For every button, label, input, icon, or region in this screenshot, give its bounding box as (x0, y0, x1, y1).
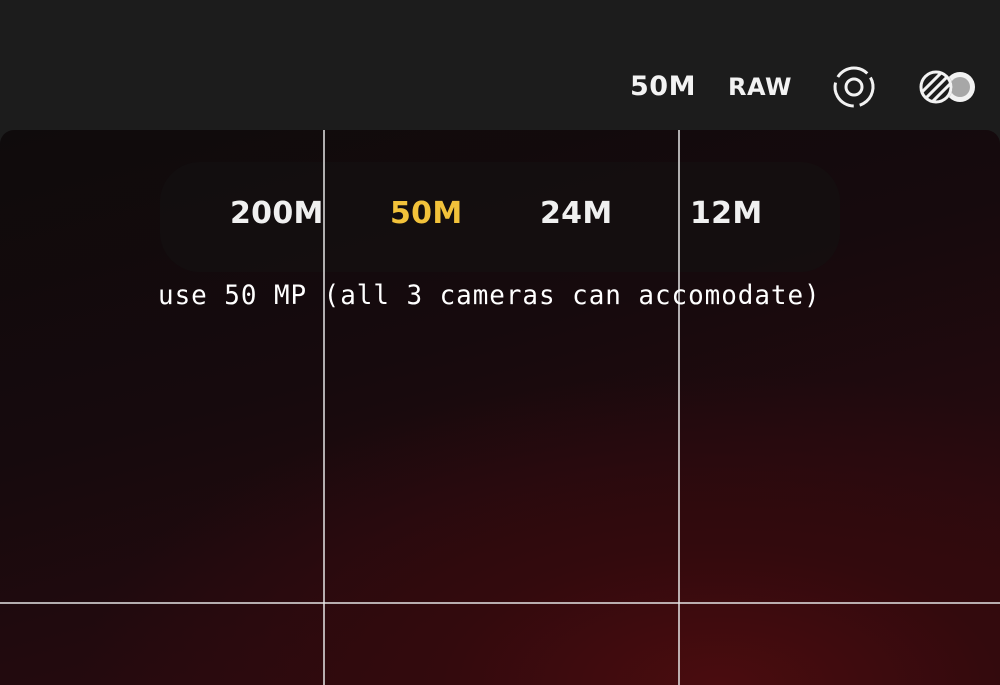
handwritten-annotation: use 50 MP (all 3 cameras can accomodate) (158, 280, 821, 311)
camera-screen: 50M RAW 200M 50M 24M 12M use 50 MP (all … (0, 0, 1000, 685)
top-toolbar: 50M RAW (0, 0, 1000, 140)
grid-line-horizontal (0, 602, 1000, 604)
viewfinder[interactable] (0, 130, 1000, 685)
live-photo-icon[interactable] (830, 64, 878, 110)
resolution-option-50m[interactable]: 50M (390, 196, 463, 231)
resolution-option-12m[interactable]: 12M (690, 196, 763, 231)
resolution-toggle[interactable]: 50M (630, 64, 696, 110)
resolution-option-24m[interactable]: 24M (540, 196, 613, 231)
raw-toggle[interactable]: RAW (728, 64, 792, 110)
filter-icon[interactable] (916, 64, 982, 110)
resolution-option-200m[interactable]: 200M (230, 196, 324, 231)
